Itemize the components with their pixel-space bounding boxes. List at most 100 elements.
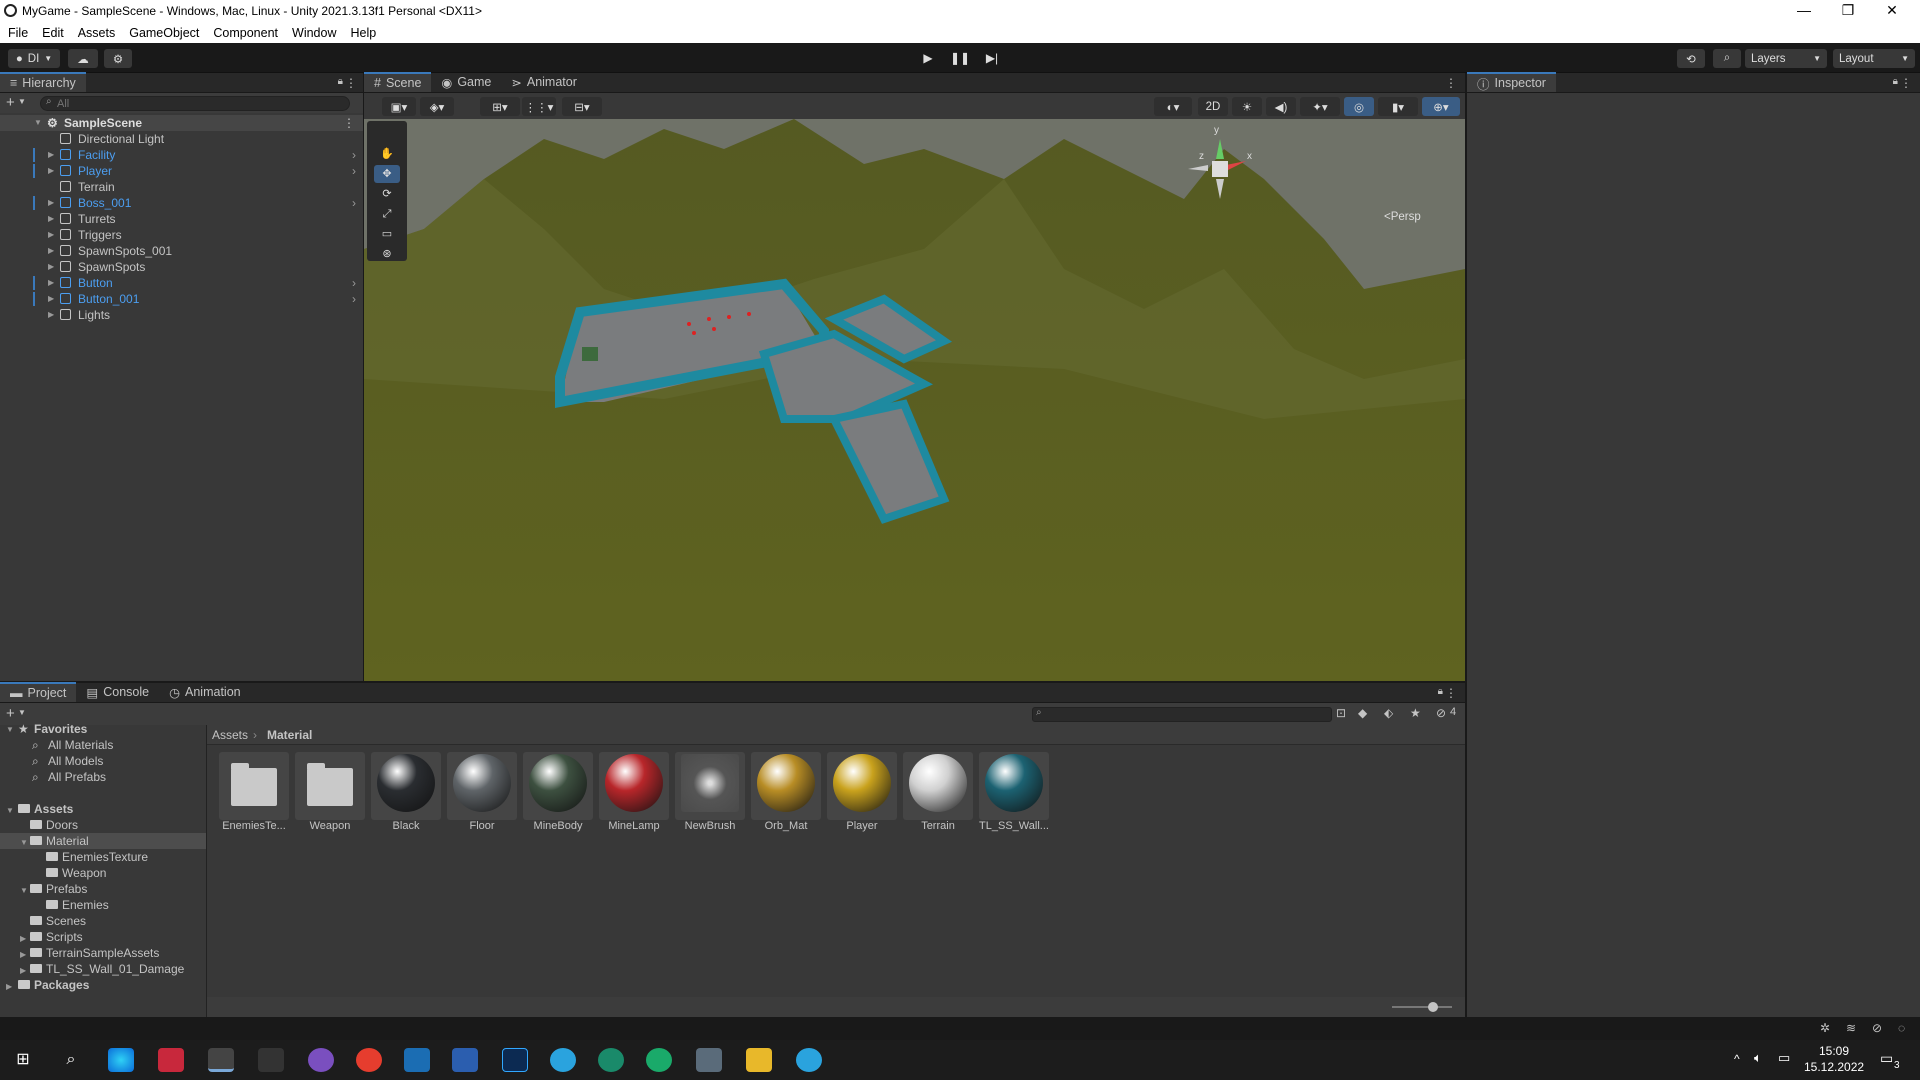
assets-folder[interactable]: Assets bbox=[18, 801, 73, 817]
word-icon[interactable] bbox=[452, 1048, 478, 1072]
expand-down-icon[interactable]: ▼ bbox=[6, 722, 14, 738]
tag-icon[interactable]: ⬖ bbox=[1384, 706, 1393, 720]
hierarchy-item[interactable]: ▶ Button › bbox=[0, 275, 363, 291]
search-by-type-icon[interactable]: ⊡ bbox=[1336, 706, 1346, 720]
chevron-right-icon[interactable]: › bbox=[352, 291, 356, 307]
close-icon[interactable]: ✕ bbox=[1870, 0, 1914, 22]
hidden-objects-button[interactable]: ◎ bbox=[1344, 97, 1374, 116]
grid-snap-button[interactable]: ⊞▾ bbox=[480, 97, 520, 116]
expand-down-icon[interactable]: ▼ bbox=[20, 835, 28, 851]
expand-right-icon[interactable]: ▶ bbox=[48, 147, 54, 163]
chevron-right-icon[interactable]: › bbox=[352, 195, 356, 211]
draw-mode-button[interactable]: ▣▾ bbox=[382, 97, 416, 116]
tree-prefabs[interactable]: Prefabs bbox=[30, 881, 87, 897]
minimize-icon[interactable]: — bbox=[1782, 0, 1826, 22]
asset-item[interactable]: Black bbox=[371, 752, 441, 832]
perspective-label[interactable]: <Persp bbox=[1384, 211, 1421, 223]
volume-icon[interactable]: 🔈︎ bbox=[1754, 1050, 1762, 1066]
asset-item[interactable]: NewBrush bbox=[675, 752, 745, 832]
tree-enemies[interactable]: Enemies bbox=[46, 897, 109, 913]
increment-snap-button[interactable]: ⊟▾ bbox=[562, 97, 602, 116]
menu-file[interactable]: File bbox=[8, 26, 28, 40]
asset-item[interactable]: Terrain bbox=[903, 752, 973, 832]
menu-edit[interactable]: Edit bbox=[42, 26, 64, 40]
star-icon[interactable]: ★ bbox=[1410, 706, 1421, 720]
expand-right-icon[interactable]: ▶ bbox=[48, 291, 54, 307]
hierarchy-item[interactable]: ▶ Lights bbox=[0, 307, 363, 323]
chevron-right-icon[interactable]: › bbox=[352, 147, 356, 163]
expand-right-icon[interactable]: ▶ bbox=[48, 275, 54, 291]
tab-animator[interactable]: ⋗ Animator bbox=[501, 72, 587, 92]
rect-tool[interactable]: ▭ bbox=[374, 225, 400, 243]
rider-icon[interactable] bbox=[158, 1048, 184, 1072]
tab-scene[interactable]: # Scene bbox=[364, 72, 432, 92]
collab-button[interactable]: ⚙ bbox=[104, 49, 132, 68]
expand-right-icon[interactable]: ▶ bbox=[20, 947, 26, 963]
favorites-label[interactable]: Favorites bbox=[34, 721, 87, 737]
camera-button[interactable]: ▮▾ bbox=[1378, 97, 1418, 116]
menu-window[interactable]: Window bbox=[292, 26, 336, 40]
lock-icon[interactable]: 🔒︎ bbox=[1438, 686, 1443, 697]
gizmos-button[interactable]: ⊕▾ bbox=[1422, 97, 1460, 116]
expand-right-icon[interactable]: ▶ bbox=[48, 307, 54, 323]
cache-icon[interactable]: ⊘ bbox=[1872, 1021, 1882, 1035]
rotate-tool[interactable]: ⟳ bbox=[374, 185, 400, 203]
hierarchy-item[interactable]: ▶ SpawnSpots_001 bbox=[0, 243, 363, 259]
expand-down-icon[interactable]: ▼ bbox=[6, 803, 14, 819]
asset-item[interactable]: TL_SS_Wall... bbox=[979, 752, 1049, 832]
expand-right-icon[interactable]: ▶ bbox=[48, 195, 54, 211]
more-options-icon[interactable]: ⋮ bbox=[343, 115, 355, 131]
hidden-count-icon[interactable]: ⊘ bbox=[1436, 706, 1446, 720]
asset-item[interactable]: Orb_Mat bbox=[751, 752, 821, 832]
telegram-icon[interactable] bbox=[550, 1048, 576, 1072]
hierarchy-item[interactable]: Directional Light bbox=[0, 131, 363, 147]
layers-dropdown[interactable]: Layers ▼ bbox=[1745, 49, 1827, 68]
file-explorer-icon[interactable] bbox=[746, 1048, 772, 1072]
hierarchy-item[interactable]: ▶ Triggers bbox=[0, 227, 363, 243]
hierarchy-search-input[interactable] bbox=[40, 96, 350, 111]
hierarchy-item[interactable]: Terrain bbox=[0, 179, 363, 195]
tree-scripts[interactable]: Scripts bbox=[30, 929, 83, 945]
fav-all-models[interactable]: All Models bbox=[48, 753, 103, 769]
hierarchy-item[interactable]: ▶ Turrets bbox=[0, 211, 363, 227]
toggle-2d-button[interactable]: 2D bbox=[1198, 97, 1228, 116]
tab-project[interactable]: ▬ Project bbox=[0, 682, 77, 702]
tree-doors[interactable]: Doors bbox=[30, 817, 78, 833]
lock-icon[interactable]: 🔒︎ bbox=[338, 76, 343, 87]
audio-button[interactable]: ◀) bbox=[1266, 97, 1296, 116]
scene-viewport[interactable]: y x z <Persp ✋ ✥ ⟳ ⤢ ▭ ⊛ bbox=[364, 119, 1465, 681]
hand-tool[interactable]: ✋ bbox=[374, 145, 400, 163]
scale-tool[interactable]: ⤢ bbox=[374, 205, 400, 223]
asset-item[interactable]: Player bbox=[827, 752, 897, 832]
tree-material[interactable]: Material bbox=[30, 833, 89, 849]
restore-icon[interactable]: ❐ bbox=[1826, 0, 1870, 22]
tab-console[interactable]: ▤ Console bbox=[76, 682, 159, 702]
chevron-right-icon[interactable]: › bbox=[352, 163, 356, 179]
expand-down-icon[interactable]: ▼ bbox=[20, 883, 28, 899]
network-icon[interactable]: ▭ bbox=[1778, 1050, 1790, 1066]
project-search-input[interactable] bbox=[1032, 707, 1332, 722]
lighting-button[interactable]: ☀ bbox=[1232, 97, 1262, 116]
chevron-down-icon[interactable]: ▼ bbox=[18, 708, 26, 717]
splitter[interactable] bbox=[206, 725, 207, 1017]
search-by-label-icon[interactable]: ◆ bbox=[1358, 706, 1367, 720]
more-options-icon[interactable]: ⋮ bbox=[1900, 76, 1912, 90]
clock-date[interactable]: 15.12.2022 bbox=[1804, 1060, 1864, 1074]
more-options-icon[interactable]: ⋮ bbox=[1445, 686, 1457, 700]
asset-item[interactable]: EnemiesTe... bbox=[219, 752, 289, 832]
expand-right-icon[interactable]: ▶ bbox=[48, 211, 54, 227]
shading-button[interactable]: ◈▾ bbox=[420, 97, 454, 116]
steam-icon[interactable] bbox=[404, 1048, 430, 1072]
tree-terrainsampleassets[interactable]: TerrainSampleAssets bbox=[30, 945, 159, 961]
yandex-icon[interactable] bbox=[356, 1048, 382, 1072]
chevron-down-icon[interactable]: ▼ bbox=[18, 97, 26, 106]
asset-item[interactable]: MineLamp bbox=[599, 752, 669, 832]
transform-tool[interactable]: ⊛ bbox=[374, 245, 400, 263]
hierarchy-item[interactable]: ▶ Button_001 › bbox=[0, 291, 363, 307]
clock-time[interactable]: 15:09 bbox=[1812, 1044, 1856, 1058]
progress-icon[interactable]: ◌ bbox=[1898, 1021, 1905, 1035]
zoom-slider-track[interactable] bbox=[1392, 1006, 1452, 1008]
calculator-icon[interactable] bbox=[696, 1048, 722, 1072]
unity-hub-icon[interactable] bbox=[208, 1048, 234, 1072]
scene-row[interactable]: ▼ ⚙ SampleScene ⋮ bbox=[0, 115, 363, 131]
